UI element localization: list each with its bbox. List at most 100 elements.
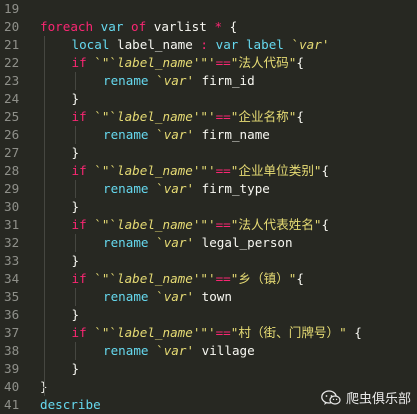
code-line[interactable]: 39} <box>0 360 417 378</box>
code-token: ' <box>186 127 195 142</box>
code-token: == <box>215 163 231 178</box>
code-token: '"' <box>192 109 216 124</box>
line-number: 27 <box>4 145 20 160</box>
code-text: } <box>72 144 80 162</box>
code-line[interactable]: 38 rename `var' village <box>0 342 417 360</box>
code-token: var <box>215 37 239 52</box>
code-token: firm_id <box>194 73 255 88</box>
code-token: ' <box>186 73 195 88</box>
line-number: 41 <box>4 397 20 412</box>
code-editor[interactable]: 19 20 foreach var of varlist * {21 local la… <box>0 0 417 413</box>
code-line[interactable]: 19 <box>0 0 417 18</box>
code-token: `"` <box>94 271 118 286</box>
code-token: { <box>296 55 304 70</box>
line-number: 28 <box>4 163 20 178</box>
code-token: var <box>163 343 187 358</box>
code-line[interactable]: 28 if `"`label_name'"'=="企业单位类别"{ <box>0 162 417 180</box>
code-token: * <box>214 19 223 34</box>
line-number: 38 <box>4 343 20 358</box>
code-line[interactable]: 36} <box>0 306 417 324</box>
code-token: `"` <box>94 109 118 124</box>
code-line[interactable]: 35 rename `var' town <box>0 288 417 306</box>
code-line[interactable]: 31 if `"`label_name'"'=="法人代表姓名"{ <box>0 216 417 234</box>
watermark: 爬虫俱乐部 <box>321 388 411 407</box>
code-line[interactable]: 22 if `"`label_name'"'=="法人代码"{ <box>0 54 417 72</box>
code-token: rename <box>103 127 149 142</box>
code-token: label <box>245 37 284 52</box>
code-token: { <box>346 325 362 340</box>
code-text: foreach var of varlist * { <box>40 18 237 36</box>
code-token: ` <box>156 343 164 358</box>
code-line[interactable]: 37 if `"`label_name'"'=="村（街、门牌号）" { <box>0 324 417 342</box>
code-token: ' <box>186 181 195 196</box>
code-token: if <box>71 109 87 124</box>
code-token: "企业名称" <box>230 109 297 124</box>
indent-guide <box>75 288 76 306</box>
line-number: 26 <box>4 127 20 142</box>
code-token: "法人代表姓名" <box>230 217 322 232</box>
code-token: == <box>215 325 231 340</box>
code-text: } <box>72 252 80 270</box>
code-token: of <box>131 19 147 34</box>
code-line[interactable]: 21 local label_name : var label `var' <box>0 36 417 54</box>
indent-guide <box>44 36 45 396</box>
code-token: ` <box>156 289 164 304</box>
code-text: } <box>72 360 80 378</box>
code-token: label_name <box>117 217 193 232</box>
code-token: `"` <box>94 163 118 178</box>
line-number: 34 <box>4 271 20 286</box>
code-token: } <box>71 91 80 106</box>
code-token: var <box>299 37 322 52</box>
code-line[interactable]: 23 rename `var' firm_id <box>0 72 417 90</box>
code-line[interactable]: 20 foreach var of varlist * { <box>0 18 417 36</box>
code-line[interactable]: 24} <box>0 90 417 108</box>
code-token: label_name <box>117 109 193 124</box>
code-token: rename <box>103 235 149 250</box>
code-line[interactable]: 29 rename `var' firm_type <box>0 180 417 198</box>
code-token: `"` <box>94 325 118 340</box>
code-line[interactable]: 26 rename `var' firm_name <box>0 126 417 144</box>
code-text: } <box>72 198 80 216</box>
indent-guide <box>75 180 76 198</box>
code-token: if <box>71 217 87 232</box>
code-token: town <box>194 289 232 304</box>
code-line[interactable]: 32 rename `var' legal_person <box>0 234 417 252</box>
code-token: firm_name <box>194 127 270 142</box>
code-token: { <box>296 109 304 124</box>
code-token: "乡（镇）" <box>230 271 297 286</box>
code-token: ' <box>321 37 330 52</box>
code-token: village <box>194 343 255 358</box>
code-token: label_name <box>117 163 193 178</box>
code-token: } <box>71 307 80 322</box>
code-text: rename `var' firm_id <box>103 72 255 90</box>
line-number: 31 <box>4 217 20 232</box>
code-token: { <box>321 217 330 232</box>
code-token: if <box>71 55 87 70</box>
code-line[interactable]: 27} <box>0 144 417 162</box>
code-text: if `"`label_name'"'=="乡（镇）"{ <box>72 270 304 288</box>
code-token: rename <box>103 343 149 358</box>
line-number: 22 <box>4 55 20 70</box>
code-line[interactable]: 33} <box>0 252 417 270</box>
line-number: 32 <box>4 235 20 250</box>
code-text: if `"`label_name'"'=="企业名称"{ <box>72 108 304 126</box>
code-line[interactable]: 25 if `"`label_name'"'=="企业名称"{ <box>0 108 417 126</box>
code-token: } <box>71 253 80 268</box>
line-number: 21 <box>4 37 20 52</box>
code-token: } <box>71 145 80 160</box>
code-line[interactable]: 34 if `"`label_name'"'=="乡（镇）"{ <box>0 270 417 288</box>
code-token: `"` <box>94 55 118 70</box>
code-line[interactable]: 30} <box>0 198 417 216</box>
code-token: : <box>200 37 209 52</box>
code-token: var <box>163 127 187 142</box>
code-token: ' <box>186 343 195 358</box>
code-text: } <box>72 90 80 108</box>
indent-guide <box>75 342 76 360</box>
line-number: 39 <box>4 361 20 376</box>
code-token: ' <box>186 235 195 250</box>
code-token: '"' <box>192 163 216 178</box>
